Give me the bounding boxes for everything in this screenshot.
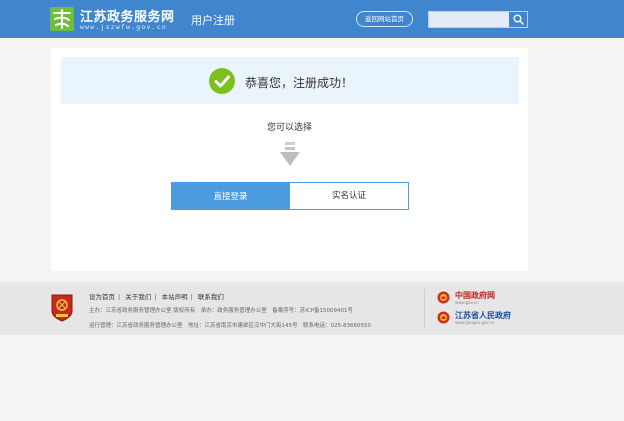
national-emblem-icon	[437, 291, 450, 304]
gov-site-url: www.jiangsu.gov.cn	[455, 320, 495, 325]
footer-links: 设为首页 | 关于我们 | 本站声明 | 联系我们	[89, 293, 224, 301]
top-header: 江苏政务服务网 www.jszwfw.gov.cn 用户注册 返回网站首页	[0, 0, 624, 38]
su-logo-icon[interactable]	[50, 7, 74, 31]
result-card: 恭喜您，注册成功！ 您可以选择 直接登录 实名认证	[51, 48, 528, 271]
success-message: 恭喜您，注册成功！	[245, 76, 354, 90]
gov-site-url: www.gov.cn	[455, 300, 479, 305]
down-arrow-icon	[279, 142, 301, 168]
footer-divider	[424, 289, 425, 329]
footer-sponsor-info: 主办：江苏省政务服务管理办公室 版权所有 承办：政务服务管理办公室 备案序号：苏…	[89, 308, 354, 314]
search-icon	[513, 14, 524, 25]
footer-operation-info: 运行管理：江苏省政务服务管理办公室 地址：江苏省南京市建邺区汉中门大街145号 …	[89, 323, 371, 329]
direct-login-button[interactable]: 直接登录	[171, 182, 290, 210]
home-button[interactable]: 返回网站首页	[356, 11, 413, 27]
page-title: 用户注册	[191, 14, 235, 27]
footer-link-statement[interactable]: 本站声明	[162, 293, 188, 301]
footer-link-homepage[interactable]: 设为首页	[89, 293, 115, 301]
site-footer: 设为首页 | 关于我们 | 本站声明 | 联系我们 主办：江苏省政务服务管理办公室 版…	[0, 282, 624, 335]
footer-link-contact[interactable]: 联系我们	[198, 293, 224, 301]
national-emblem-icon	[437, 311, 450, 324]
footer-link-about[interactable]: 关于我们	[125, 293, 151, 301]
real-name-verify-button[interactable]: 实名认证	[289, 182, 409, 210]
search-box	[428, 11, 528, 28]
choose-prompt: 您可以选择	[266, 123, 312, 133]
check-circle-icon	[209, 68, 235, 94]
search-button[interactable]	[509, 12, 527, 27]
site-domain: www.jszwfw.gov.cn	[80, 23, 167, 31]
search-input[interactable]	[429, 12, 517, 27]
success-banner: 恭喜您，注册成功！	[61, 57, 519, 104]
party-emblem-icon[interactable]	[50, 293, 74, 322]
